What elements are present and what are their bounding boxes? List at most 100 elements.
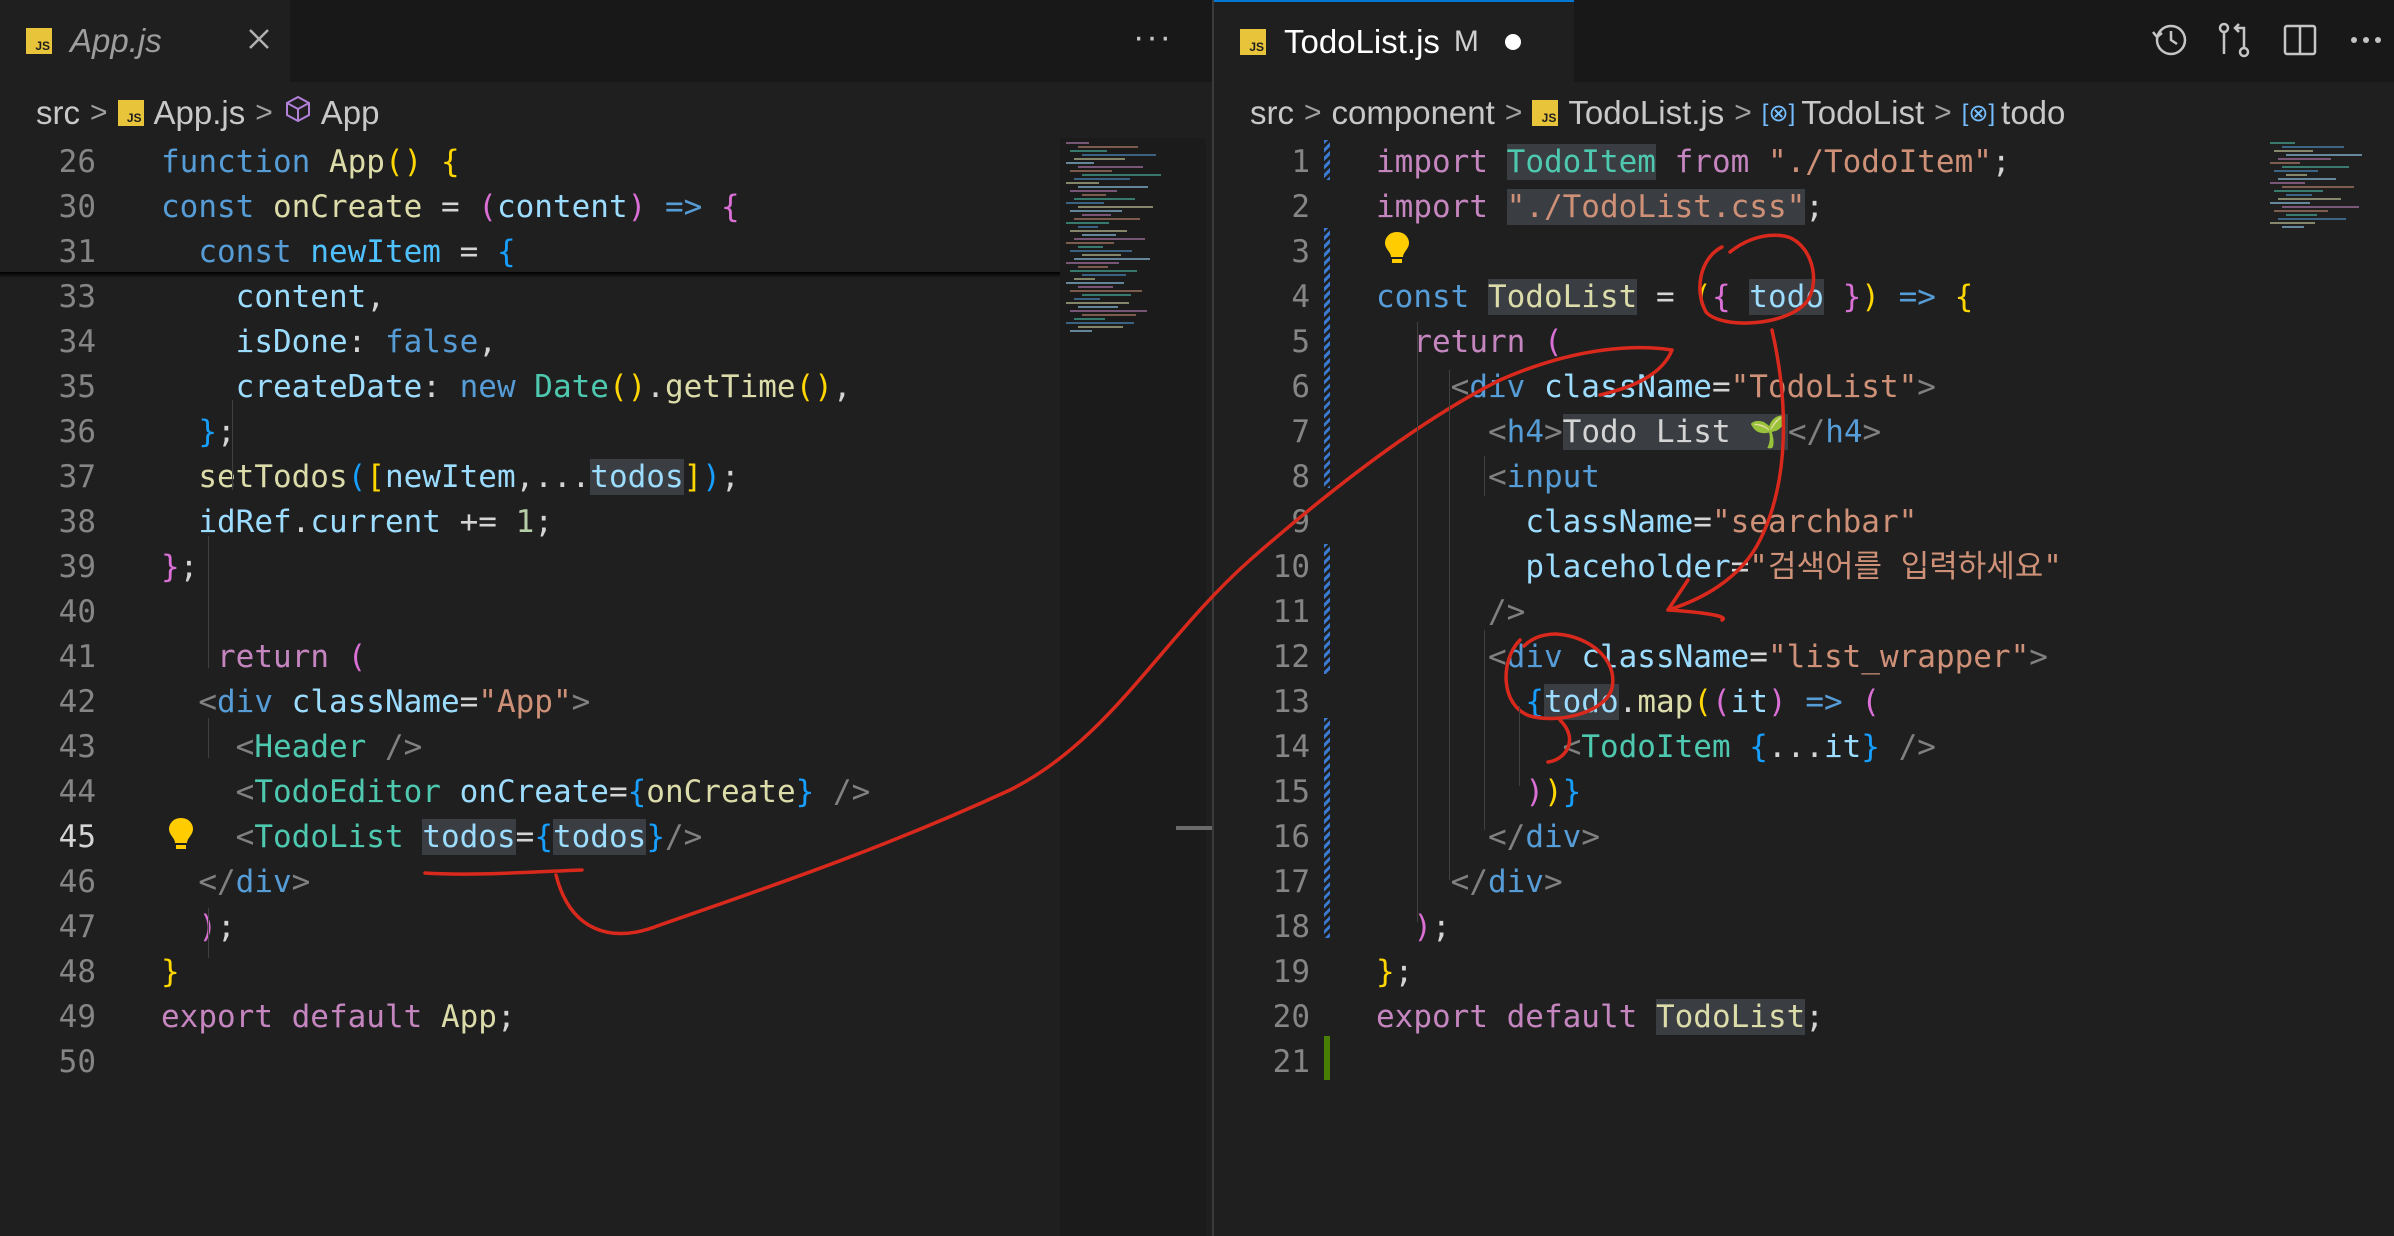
code-line[interactable]: } [161,950,180,995]
code-line[interactable]: <TodoEditor onCreate={onCreate} /> [161,770,871,815]
code-token: className [1543,369,1712,405]
compare-changes-icon[interactable] [2214,20,2254,64]
code-line[interactable]: <TodoItem {...it} /> [1376,725,1936,770]
code-line[interactable]: <Header /> [161,725,423,770]
unsaved-dot-icon[interactable] [1504,34,1521,50]
right-minimap[interactable] [2264,138,2394,1236]
code-line[interactable]: export default TodoList; [1376,995,1824,1040]
code-token: ; [1805,189,1824,225]
code-line[interactable]: setTodos([newItem,...todos]); [161,455,740,500]
code-token: false [384,324,479,360]
chevron-right-icon: > [255,96,273,129]
code-token: TodoList [254,819,423,855]
code-token: new [459,369,535,405]
code-line[interactable]: }; [161,410,235,455]
code-token: content [235,279,367,315]
code-token: 1 [515,504,535,540]
code-token: > [1862,414,1882,450]
code-line[interactable]: }; [1376,950,1413,995]
code-line[interactable]: <div className="TodoList"> [1376,365,1936,410]
breadcrumb-item[interactable]: TodoList.js [1568,94,1724,132]
code-line[interactable]: placeholder="검색어를 입력하세요" [1376,545,2062,590]
code-line[interactable]: className="searchbar" [1376,500,1917,545]
breadcrumb-item[interactable]: component [1332,94,1495,132]
code-line[interactable]: ))} [1376,770,1581,815]
git-modified-marker[interactable] [1324,718,1330,938]
code-token: "list_wrapper" [1767,639,2030,675]
close-icon[interactable] [242,22,276,56]
code-line[interactable]: ); [1376,905,1451,950]
code-line[interactable]: return ( [161,635,366,680]
breadcrumb-item[interactable]: src [36,94,80,132]
tab-label: App.js [70,22,162,59]
code-line[interactable]: import "./TodoList.css"; [1376,185,1824,230]
breadcrumb-left: src > JS App.js > App [36,88,380,138]
code-line[interactable]: <h4>Todo List 🌱</h4> [1376,410,1881,455]
code-token: onCreate [646,774,796,810]
git-modified-marker[interactable] [1324,544,1330,674]
breadcrumb-item[interactable]: src [1250,94,1294,132]
breadcrumb-item[interactable]: todo [2001,94,2065,132]
code-line[interactable]: return ( [1376,320,1562,365]
code-token: ; [179,549,199,585]
minimap-line [1082,314,1136,316]
code-line[interactable]: /> [1376,590,1525,635]
tab-todolist-js[interactable]: JS TodoList.js M [1214,0,1574,82]
code-line[interactable]: createDate: new Date().getTime(), [161,365,852,410]
minimap-line [1070,250,1132,252]
git-added-marker[interactable] [1324,1036,1330,1080]
timeline-icon[interactable] [2150,20,2190,64]
code-token: = [515,819,535,855]
more-actions-icon[interactable]: ··· [1133,18,1173,57]
minimap-line [1078,306,1118,308]
code-token: , [478,324,497,360]
minimap-line [2282,166,2349,168]
code-line[interactable]: export default App; [161,995,516,1040]
code-line[interactable]: const onCreate = (content) => { [161,185,740,230]
line-number: 19 [1272,954,1310,990]
javascript-file-icon: JS [26,28,52,54]
breadcrumb-item[interactable]: TodoList [1801,94,1924,132]
git-modified-marker[interactable] [1324,140,1330,180]
code-line[interactable]: }; [161,545,198,590]
code-token: h4 [1825,414,1863,450]
code-line[interactable]: const newItem = { [161,230,515,275]
javascript-file-icon: JS [117,100,144,126]
left-scrollbar[interactable] [1176,826,1212,830]
minimap-line [2278,218,2346,220]
git-modified-marker[interactable] [1324,228,1330,488]
code-line[interactable]: isDone: false, [161,320,497,365]
minimap-line [2274,170,2318,172]
breadcrumb-item[interactable]: App.js [154,94,246,132]
code-line[interactable]: ); [161,905,235,950]
code-line[interactable]: import TodoItem from "./TodoItem"; [1376,140,2011,185]
code-line[interactable]: {todo.map((it) => ( [1376,680,1880,725]
breadcrumb-item[interactable]: App [321,94,380,132]
line-number: 2 [1291,189,1310,225]
split-editor-icon[interactable] [2280,20,2320,64]
tab-app-js[interactable]: JS App.js [0,0,290,82]
lightbulb-icon[interactable] [166,816,196,856]
breadcrumb-right: src > component > JS TodoList.js > [⊗] T… [1250,88,2065,138]
code-line[interactable]: <div className="App"> [161,680,590,725]
code-line[interactable]: function App() { [161,140,460,185]
minimap-line [1078,206,1153,208]
code-line[interactable]: </div> [161,860,310,905]
code-token: , [832,369,852,405]
code-line[interactable]: </div> [1376,860,1563,905]
lightbulb-icon[interactable] [1382,230,1412,270]
left-minimap[interactable] [1060,138,1206,1236]
more-icon[interactable] [2346,20,2386,64]
code-line[interactable]: content, [161,275,385,320]
code-line[interactable]: const TodoList = ({ todo }) => { [1376,275,1973,320]
code-line[interactable]: </div> [1376,815,1600,860]
code-token: className [1525,504,1694,540]
code-line[interactable]: <input [1376,455,1600,500]
code-line[interactable]: idRef.current += 1; [161,500,553,545]
code-line[interactable]: <div className="list_wrapper"> [1376,635,2048,680]
code-token: ; [1432,909,1451,945]
code-line[interactable]: <TodoList todos={todos}/> [161,815,702,860]
